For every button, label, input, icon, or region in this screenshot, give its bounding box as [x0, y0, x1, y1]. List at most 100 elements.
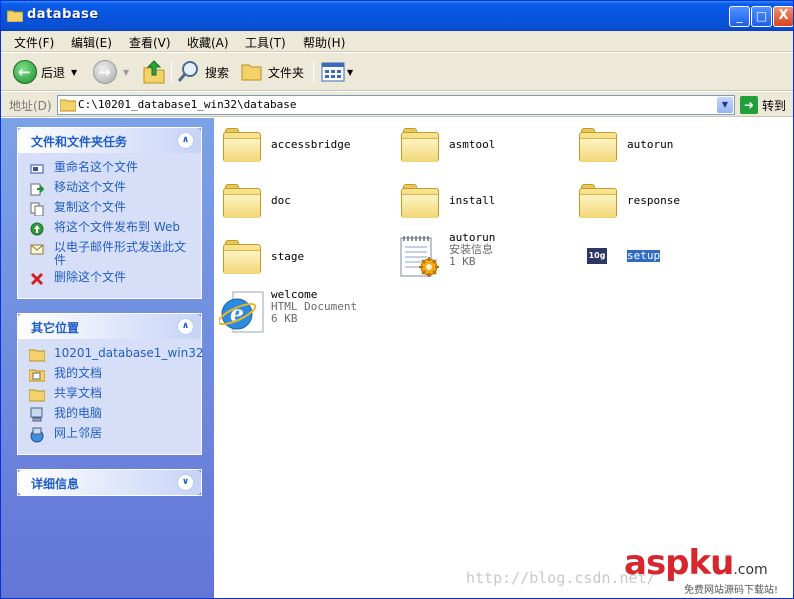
- folder-icon: [60, 99, 76, 112]
- file-item-folder[interactable]: asmtool: [401, 128, 495, 162]
- forward-button[interactable]: → ▼: [93, 58, 129, 86]
- views-button[interactable]: ▼: [321, 58, 353, 86]
- go-button[interactable]: ➜ 转到: [740, 96, 786, 114]
- collapse-chevron-icon[interactable]: ∧: [177, 318, 194, 335]
- setup-info-icon: [400, 236, 439, 277]
- file-name: accessbridge: [271, 138, 351, 151]
- task-label: 将这个文件发布到 Web: [54, 220, 180, 234]
- other-places-header[interactable]: 其它位置 ∧: [18, 314, 201, 339]
- folder-icon: [7, 10, 23, 22]
- task-move[interactable]: 移动这个文件: [18, 180, 201, 200]
- search-icon: [177, 61, 198, 82]
- folder-icon: [223, 184, 261, 218]
- place-parent-folder[interactable]: 10201_database1_win32: [18, 346, 204, 366]
- place-label: 网上邻居: [54, 426, 103, 440]
- file-size: 6 KB: [271, 311, 298, 325]
- file-name: stage: [271, 250, 305, 263]
- forward-dropdown-icon[interactable]: ▼: [123, 68, 129, 77]
- site-watermark-subtitle: 免费网站源码下载站!: [684, 585, 779, 596]
- shared-documents-icon: [29, 387, 45, 403]
- file-name: asmtool: [449, 138, 496, 151]
- other-places-title: 其它位置: [31, 321, 80, 335]
- move-icon: [29, 181, 45, 197]
- title-bar[interactable]: database _ □ X: [1, 1, 793, 31]
- file-type: HTML Document: [271, 299, 358, 313]
- task-label: 删除这个文件: [54, 270, 127, 284]
- file-item-folder[interactable]: install: [401, 184, 495, 218]
- task-pane: 文件和文件夹任务 ∧ 重命名这个文件 移动这个文件 复制这个文件 将这个文件发布…: [1, 118, 214, 598]
- collapse-chevron-icon[interactable]: ∧: [177, 132, 194, 149]
- internet-explorer-icon: e: [219, 291, 264, 333]
- file-item-folder[interactable]: accessbridge: [223, 128, 350, 162]
- minimize-button[interactable]: _: [729, 6, 750, 27]
- explorer-window: database _ □ X 文件(F) 编辑(E) 查看(V) 收藏(A) 工…: [0, 0, 794, 599]
- oracle-setup-icon: 10g: [587, 248, 607, 264]
- menu-file[interactable]: 文件(F): [14, 34, 54, 51]
- address-value: C:\10201_database1_win32\database: [78, 98, 297, 111]
- window-title: database: [27, 7, 99, 22]
- place-label: 我的文档: [54, 366, 103, 380]
- file-name: install: [449, 194, 496, 207]
- views-dropdown-icon[interactable]: ▼: [347, 68, 353, 77]
- folder-icon: [401, 128, 439, 162]
- task-email[interactable]: 以电子邮件形式发送此文件: [18, 240, 201, 270]
- go-arrow-icon: ➜: [740, 96, 758, 114]
- file-size: 1 KB: [449, 255, 476, 268]
- task-label: 重命名这个文件: [54, 160, 139, 174]
- place-my-documents[interactable]: 我的文档: [18, 366, 201, 386]
- file-tasks-header[interactable]: 文件和文件夹任务 ∧: [18, 128, 201, 153]
- file-name: autorun: [627, 138, 674, 151]
- place-network[interactable]: 网上邻居: [18, 426, 201, 446]
- search-button[interactable]: 搜索: [177, 58, 229, 86]
- file-tasks-title: 文件和文件夹任务: [31, 135, 128, 149]
- file-item-folder[interactable]: doc: [223, 184, 291, 218]
- address-label: 地址(D): [9, 99, 52, 113]
- file-name: doc: [271, 194, 291, 207]
- file-item-setup-info[interactable]: autorun 安装信息 1 KB: [399, 232, 495, 280]
- file-item-folder[interactable]: autorun: [579, 128, 673, 162]
- other-places-list: 10201_database1_win32 我的文档 共享文档 我的电脑 网上邻…: [18, 339, 204, 454]
- back-button[interactable]: ← 后退 ▼: [13, 58, 77, 86]
- email-icon: [29, 241, 45, 257]
- menu-view[interactable]: 查看(V): [129, 34, 171, 51]
- place-label: 10201_database1_win32: [54, 346, 204, 360]
- my-computer-icon: [29, 407, 45, 423]
- folders-button[interactable]: 文件夹: [241, 58, 304, 86]
- search-label: 搜索: [205, 65, 230, 80]
- folder-icon: [223, 128, 261, 162]
- folder-icon: [579, 184, 617, 218]
- toolbar: ← 后退 ▼ → ▼ 搜索 文件夹 ▼: [1, 53, 793, 91]
- details-header[interactable]: 详细信息 ∨: [18, 470, 201, 495]
- folder-icon: [401, 184, 439, 218]
- place-label: 我的电脑: [54, 406, 103, 420]
- other-places-panel: 其它位置 ∧ 10201_database1_win32 我的文档 共享文档 我…: [17, 313, 204, 455]
- details-title: 详细信息: [31, 477, 80, 491]
- address-input[interactable]: C:\10201_database1_win32\database ▼: [57, 95, 735, 115]
- menu-favorites[interactable]: 收藏(A): [187, 34, 229, 51]
- maximize-button[interactable]: □: [751, 6, 772, 27]
- menu-help[interactable]: 帮助(H): [303, 34, 345, 51]
- file-item-setup[interactable]: 10g setup: [587, 248, 661, 264]
- place-shared-documents[interactable]: 共享文档: [18, 386, 201, 406]
- file-item-html[interactable]: e welcome HTML Document 6 KB: [219, 288, 358, 336]
- expand-chevron-icon[interactable]: ∨: [177, 474, 194, 491]
- up-folder-button[interactable]: [143, 58, 165, 86]
- place-my-computer[interactable]: 我的电脑: [18, 406, 201, 426]
- file-item-folder[interactable]: stage: [223, 240, 304, 274]
- task-rename[interactable]: 重命名这个文件: [18, 160, 201, 180]
- task-publish-web[interactable]: 将这个文件发布到 Web: [18, 220, 201, 240]
- close-button[interactable]: X: [773, 6, 793, 27]
- task-delete[interactable]: 删除这个文件: [18, 270, 201, 290]
- back-label: 后退: [41, 65, 66, 80]
- address-dropdown-icon[interactable]: ▼: [717, 97, 733, 113]
- go-label: 转到: [762, 98, 787, 113]
- menu-tools[interactable]: 工具(T): [245, 34, 286, 51]
- menu-edit[interactable]: 编辑(E): [71, 34, 112, 51]
- rename-icon: [29, 161, 45, 177]
- file-item-folder[interactable]: response: [579, 184, 680, 218]
- task-copy[interactable]: 复制这个文件: [18, 200, 201, 220]
- back-dropdown-icon[interactable]: ▼: [71, 68, 77, 77]
- file-list: accessbridge asmtool autorun doc install…: [214, 118, 793, 598]
- place-label: 共享文档: [54, 386, 103, 400]
- details-panel: 详细信息 ∨: [17, 469, 202, 496]
